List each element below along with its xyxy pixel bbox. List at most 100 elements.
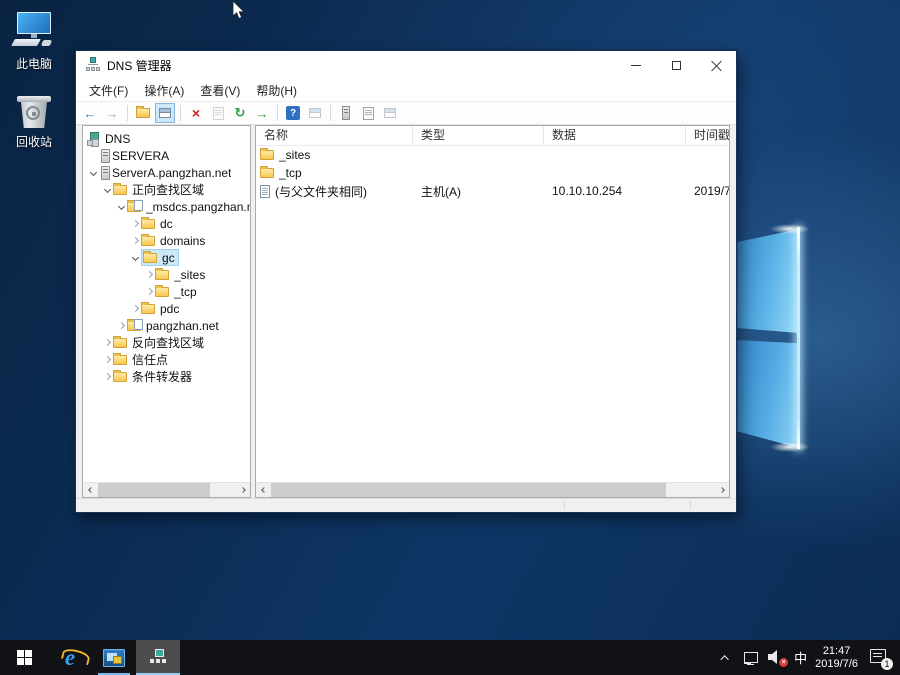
tree-item-gc[interactable]: gc (83, 249, 250, 266)
console-tree-toggle-icon[interactable] (155, 103, 175, 123)
system-tray: × 中 21:47 2019/7/6 1 (718, 640, 900, 675)
back-icon[interactable]: ← (80, 103, 100, 123)
start-button[interactable] (0, 640, 48, 675)
tree-item-forward-lookup-zones[interactable]: 正向查找区域 (83, 181, 250, 198)
scrollbar-thumb[interactable] (271, 483, 666, 497)
folder-icon (141, 219, 155, 229)
help-icon[interactable]: ? (283, 103, 303, 123)
tray-clock[interactable]: 21:47 2019/7/6 (815, 645, 858, 671)
chevron-right-icon[interactable] (143, 272, 155, 277)
title-bar[interactable]: DNS 管理器 (76, 51, 736, 79)
taskbar-item-dns-manager[interactable] (136, 640, 180, 675)
desktop-icon-recycle-bin[interactable]: 回收站 (2, 92, 66, 150)
close-button[interactable] (696, 51, 736, 79)
dns-manager-window: DNS 管理器 文件(F) 操作(A) 查看(V) 帮助(H) ← → × ↻ … (75, 50, 737, 513)
ime-indicator[interactable]: 中 (794, 648, 807, 667)
dns-manager-icon (149, 649, 167, 667)
tree-item-trust-points[interactable]: 信任点 (83, 351, 250, 368)
chevron-right-icon[interactable] (129, 238, 141, 243)
volume-muted-icon[interactable]: × (768, 650, 786, 666)
mouse-cursor (232, 1, 248, 21)
filter-icon[interactable] (380, 103, 400, 123)
taskbar-item-server-manager[interactable] (92, 640, 136, 675)
tree-horizontal-scrollbar[interactable] (83, 482, 250, 497)
chevron-right-icon[interactable] (101, 374, 113, 379)
tree-item-domains[interactable]: domains (83, 232, 250, 249)
tree-item-msdcs-zone[interactable]: _msdcs.pangzhan.n (83, 198, 250, 215)
folder-icon (260, 168, 274, 178)
windows-logo-icon (17, 650, 32, 665)
server-icon (101, 149, 110, 163)
refresh-icon[interactable]: ↻ (230, 103, 250, 123)
chevron-down-icon[interactable] (115, 204, 127, 209)
toolbar: ← → × ↻ → ? (76, 101, 736, 125)
tree-item-sites[interactable]: _sites (83, 266, 250, 283)
list-item-tcp[interactable]: _tcp (256, 164, 729, 182)
action-center-button[interactable]: 1 (870, 649, 890, 667)
scroll-right-icon[interactable] (235, 483, 250, 497)
column-header-type[interactable]: 类型 (413, 126, 544, 145)
wallpaper-logo-edge (797, 227, 800, 449)
chevron-right-icon[interactable] (143, 289, 155, 294)
list-item-parent-record[interactable]: (与父文件夹相同) 主机(A) 10.10.10.254 2019/7/6 (256, 182, 729, 200)
list-horizontal-scrollbar[interactable] (256, 482, 729, 497)
wallpaper-logo-top-pane (735, 229, 799, 333)
chevron-right-icon[interactable] (101, 357, 113, 362)
chevron-down-icon[interactable] (129, 255, 141, 260)
close-icon (711, 60, 722, 71)
column-header-name[interactable]: 名称 (256, 126, 413, 145)
properties-icon[interactable] (208, 103, 228, 123)
tree-item-pangzhan-zone[interactable]: pangzhan.net (83, 317, 250, 334)
forward-icon[interactable]: → (102, 103, 122, 123)
minimize-icon (631, 65, 641, 66)
window-title: DNS 管理器 (107, 57, 172, 74)
export-list-icon[interactable]: → (252, 103, 272, 123)
scrollbar-thumb[interactable] (98, 483, 210, 497)
console-tree-pane: DNS SERVERA ServerA.pangzhan.net 正向查找区域 (82, 125, 251, 498)
up-level-icon[interactable] (133, 103, 153, 123)
chevron-right-icon[interactable] (129, 306, 141, 311)
chevron-down-icon[interactable] (87, 170, 99, 175)
list-item-sites[interactable]: _sites (256, 146, 729, 164)
wallpaper-glow (770, 224, 810, 234)
server-tool-icon[interactable] (336, 103, 356, 123)
tree-item-tcp[interactable]: _tcp (83, 283, 250, 300)
desktop-icon-this-pc[interactable]: 此电脑 (2, 12, 66, 72)
show-window-icon[interactable] (305, 103, 325, 123)
mute-badge: × (779, 658, 788, 667)
chevron-down-icon[interactable] (101, 187, 113, 192)
tree-item-servera-pangzhan[interactable]: ServerA.pangzhan.net (83, 164, 250, 181)
taskbar-item-internet-explorer[interactable]: e (48, 640, 92, 675)
maximize-button[interactable] (656, 51, 696, 79)
menu-action[interactable]: 操作(A) (136, 79, 192, 102)
zone-icon (127, 202, 141, 212)
scroll-right-icon[interactable] (714, 483, 729, 497)
chevron-right-icon[interactable] (101, 340, 113, 345)
folder-icon (113, 372, 127, 382)
delete-icon[interactable]: × (186, 103, 206, 123)
dns-root-icon (87, 132, 100, 145)
tree-item-dns-root[interactable]: DNS (83, 130, 250, 147)
scroll-left-icon[interactable] (83, 483, 98, 497)
menu-file[interactable]: 文件(F) (81, 79, 136, 102)
network-icon[interactable] (742, 651, 760, 665)
column-header-data[interactable]: 数据 (544, 126, 686, 145)
menu-view[interactable]: 查看(V) (192, 79, 248, 102)
dns-app-icon (85, 57, 101, 73)
tree-item-reverse-lookup-zones[interactable]: 反向查找区域 (83, 334, 250, 351)
column-header-timestamp[interactable]: 时间戳 (686, 126, 729, 145)
record-list-icon[interactable] (358, 103, 378, 123)
tree-item-pdc[interactable]: pdc (83, 300, 250, 317)
menu-help[interactable]: 帮助(H) (248, 79, 305, 102)
selected-tree-item: gc (141, 249, 179, 266)
chevron-right-icon[interactable] (129, 221, 141, 226)
minimize-button[interactable] (616, 51, 656, 79)
wallpaper-glow (770, 442, 810, 452)
tree-item-servera[interactable]: SERVERA (83, 147, 250, 164)
tree-item-conditional-forwarders[interactable]: 条件转发器 (83, 368, 250, 385)
tree-view: DNS SERVERA ServerA.pangzhan.net 正向查找区域 (83, 126, 250, 482)
tree-item-dc[interactable]: dc (83, 215, 250, 232)
chevron-right-icon[interactable] (115, 323, 127, 328)
scroll-left-icon[interactable] (256, 483, 271, 497)
tray-chevron-up-icon[interactable] (718, 650, 734, 666)
